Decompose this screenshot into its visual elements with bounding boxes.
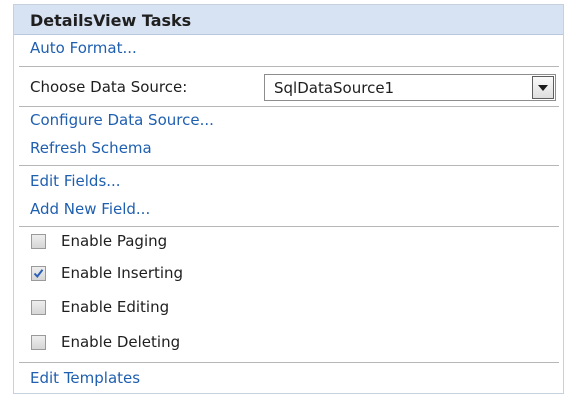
auto-format-link[interactable]: Auto Format... (30, 39, 137, 57)
enable-paging-checkbox[interactable] (31, 234, 46, 249)
edit-templates-link[interactable]: Edit Templates (30, 369, 140, 387)
enable-deleting-label: Enable Deleting (61, 333, 181, 351)
panel-header: DetailsView Tasks (14, 5, 563, 35)
details-view-tasks-panel: DetailsView Tasks Auto Format... Choose … (13, 4, 564, 394)
dropdown-button[interactable] (532, 76, 554, 99)
chevron-down-icon (538, 85, 548, 91)
enable-paging-label: Enable Paging (61, 232, 168, 250)
data-source-value: SqlDataSource1 (274, 79, 395, 97)
separator (19, 106, 559, 107)
enable-editing-label: Enable Editing (61, 298, 170, 316)
add-new-field-link[interactable]: Add New Field... (30, 200, 150, 218)
check-icon (33, 269, 44, 279)
enable-inserting-checkbox[interactable] (31, 266, 46, 281)
enable-editing-checkbox[interactable] (31, 300, 46, 315)
refresh-schema-link[interactable]: Refresh Schema (30, 139, 152, 157)
separator (19, 66, 559, 67)
enable-inserting-label: Enable Inserting (61, 264, 184, 282)
separator (19, 165, 559, 166)
separator (19, 362, 559, 363)
edit-fields-link[interactable]: Edit Fields... (30, 172, 121, 190)
choose-data-source-label: Choose Data Source: (30, 78, 188, 96)
separator (19, 226, 559, 227)
enable-deleting-checkbox[interactable] (31, 335, 46, 350)
data-source-select[interactable]: SqlDataSource1 (264, 74, 556, 101)
configure-data-source-link[interactable]: Configure Data Source... (30, 111, 214, 129)
panel-title: DetailsView Tasks (30, 11, 192, 30)
